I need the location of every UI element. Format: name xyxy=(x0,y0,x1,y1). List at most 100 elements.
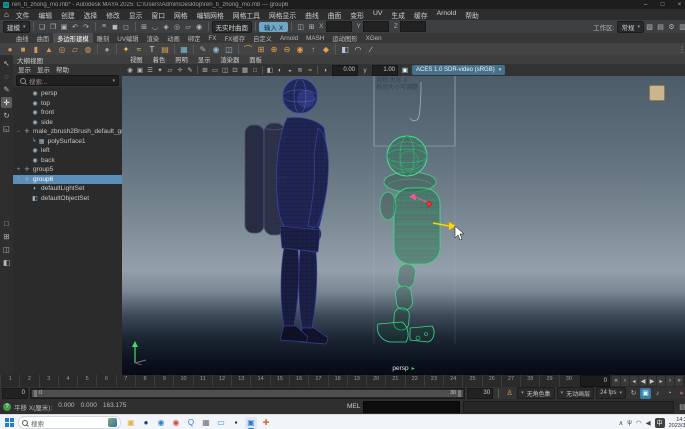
single-pane-layout-icon[interactable]: □ xyxy=(1,218,12,229)
bend-deformer-icon[interactable]: ⌒ xyxy=(242,43,254,55)
timeline-frame[interactable]: 6 xyxy=(96,375,115,387)
auto-keyframe-icon[interactable]: ● xyxy=(676,388,685,399)
animation-end-field[interactable]: 30 xyxy=(467,388,493,399)
gamma-field[interactable]: 1.00 xyxy=(372,65,398,76)
absolute-transform-icon[interactable]: ⊞ xyxy=(306,21,317,32)
outliner-item[interactable]: ◉ back xyxy=(13,156,122,166)
volume-icon[interactable]: ◀ xyxy=(646,419,651,427)
outliner-item[interactable]: ◉ side xyxy=(13,118,122,128)
outliner-item[interactable]: ◉ left xyxy=(13,146,122,156)
timeline-frame[interactable]: 25 xyxy=(462,375,481,387)
axis-input[interactable] xyxy=(363,21,389,32)
timeline-frame[interactable]: 16 xyxy=(289,375,308,387)
attribute-editor-icon[interactable]: ▤ xyxy=(655,21,666,32)
poly-disc-icon[interactable]: ◍ xyxy=(82,43,94,55)
channel-box-icon[interactable]: ▥ xyxy=(677,21,685,32)
ime-language-indicator[interactable]: 中 xyxy=(655,418,665,428)
motion-blur-icon[interactable]: ≈ xyxy=(305,65,315,75)
split-pane-layout-icon[interactable]: ◫ xyxy=(1,244,12,255)
exposure-field[interactable]: 0.00 xyxy=(332,65,358,76)
select-camera-icon[interactable]: ◉ xyxy=(125,65,135,75)
outliner-item[interactable]: ↳ ▦ polySurface1 xyxy=(13,137,122,147)
human-model-wireframe[interactable] xyxy=(245,79,329,345)
timeline-frame[interactable]: 26 xyxy=(482,375,501,387)
timeline-frame[interactable]: 13 xyxy=(231,375,250,387)
step-forward-frame-button[interactable]: ▸ xyxy=(657,376,665,386)
timeline-frame[interactable]: 28 xyxy=(520,375,539,387)
make-live-icon[interactable]: ◉ xyxy=(194,21,205,32)
clock-icon[interactable]: ◔ xyxy=(664,388,675,399)
go-to-end-button[interactable]: » xyxy=(675,376,683,386)
menu-set-dropdown[interactable]: 建模 ▾ xyxy=(3,21,30,33)
snap-view-plane-icon[interactable]: ▱ xyxy=(183,21,194,32)
audio-icon[interactable]: ♪ xyxy=(652,388,663,399)
exposure-icon[interactable]: ◑ xyxy=(320,65,330,75)
timeline-frame[interactable]: 4 xyxy=(58,375,77,387)
play-forward-button[interactable]: ▶ xyxy=(648,376,656,386)
home-icon[interactable]: ⌂ xyxy=(4,10,9,19)
menu-item[interactable]: 窗口 xyxy=(147,10,169,20)
timeline-frame[interactable]: 14 xyxy=(250,375,269,387)
wireframe-on-shaded-icon[interactable]: ◧ xyxy=(265,65,275,75)
timeline-frame[interactable]: 29 xyxy=(539,375,558,387)
move-tool-icon[interactable]: ✛ xyxy=(1,97,12,108)
gate-mask-icon[interactable]: ⊡ xyxy=(230,65,240,75)
bookmarks-icon[interactable]: ▾ xyxy=(155,65,165,75)
range-end-handle[interactable] xyxy=(458,390,461,397)
occlusion-icon[interactable]: ≋ xyxy=(295,65,305,75)
timeline-frame[interactable]: 22 xyxy=(405,375,424,387)
timeline-frame[interactable]: 3 xyxy=(39,375,58,387)
poly-cone-icon[interactable]: ▲ xyxy=(43,43,55,55)
loop-playback-icon[interactable]: ↻ xyxy=(628,388,639,399)
shelf-tab[interactable]: 雕刻 xyxy=(93,33,114,43)
inview-editor-icon[interactable] xyxy=(649,85,665,101)
mirror-icon[interactable]: ◧ xyxy=(339,43,351,55)
mel-input-field[interactable] xyxy=(363,401,460,413)
playback-options-icon[interactable]: ▣ xyxy=(640,388,651,399)
shelf-separator[interactable] xyxy=(116,44,117,54)
chrome-icon[interactable]: ◉ xyxy=(170,417,182,429)
range-start-handle[interactable] xyxy=(34,390,37,397)
outliner-item[interactable]: ◉ front xyxy=(13,108,122,118)
timeline-frame[interactable]: 19 xyxy=(347,375,366,387)
browser-icon[interactable]: ● xyxy=(140,417,152,429)
bevel-icon[interactable]: ◆ xyxy=(320,43,332,55)
snap-grid-icon[interactable]: ⊞ xyxy=(139,21,150,32)
text-tool-icon[interactable]: T xyxy=(146,43,158,55)
target-weld-icon[interactable]: ◉ xyxy=(210,43,222,55)
script-editor-icon[interactable]: ▤ xyxy=(677,401,685,412)
timeline-frame[interactable]: 24 xyxy=(443,375,462,387)
shelf-tab[interactable]: Arnold xyxy=(276,33,302,43)
menu-item[interactable]: 生成 xyxy=(387,10,409,20)
timeline-frame[interactable]: 17 xyxy=(308,375,327,387)
shelf-separator[interactable] xyxy=(193,44,194,54)
expander-icon[interactable]: + xyxy=(15,176,22,182)
quark-search-icon[interactable]: Q xyxy=(185,417,197,429)
insert-edge-loop-icon[interactable]: ◫ xyxy=(223,43,235,55)
network-icon[interactable]: ◠ xyxy=(636,419,642,427)
select-object-icon[interactable]: ◼ xyxy=(110,21,121,32)
new-scene-icon[interactable]: ❏ xyxy=(37,21,48,32)
menu-item[interactable]: 网格 xyxy=(170,10,192,20)
character-set-icon[interactable]: ♙ xyxy=(504,388,515,399)
boolean-union-icon[interactable]: ◉ xyxy=(294,43,306,55)
outliner-item[interactable]: ◐ defaultLightSet xyxy=(13,184,122,194)
outliner-menu-item[interactable]: 显示 xyxy=(18,64,31,74)
character-set-dropdown[interactable]: ▾无角色集 xyxy=(517,387,555,399)
outliner-item[interactable]: + ✛ group5 xyxy=(13,165,122,175)
shelf-tab[interactable]: MASH xyxy=(302,33,328,43)
sculpt-tool-icon[interactable]: ● xyxy=(101,43,113,55)
grease-pencil-icon[interactable]: ✎ xyxy=(185,65,195,75)
poly-plane-icon[interactable]: ▱ xyxy=(69,43,81,55)
file-explorer-icon[interactable]: ▣ xyxy=(125,417,137,429)
shelf-tab[interactable]: UV编辑 xyxy=(113,33,142,43)
lattice-icon[interactable]: ⊞ xyxy=(255,43,267,55)
step-back-frame-button[interactable]: ◂ xyxy=(630,376,638,386)
shelf-tab[interactable]: 自定义 xyxy=(249,33,276,43)
scene-3d-view[interactable]: 对称:世界 X 拖动大小可调整 persp ▸ xyxy=(122,76,685,375)
menu-item[interactable]: 网格工具 xyxy=(229,10,264,20)
menu-item[interactable]: 编辑网格 xyxy=(193,10,228,20)
tray-chevron-icon[interactable]: ∧ xyxy=(619,419,624,427)
shelf-tab[interactable]: 动画 xyxy=(163,33,184,43)
play-backward-button[interactable]: ◀ xyxy=(639,376,647,386)
